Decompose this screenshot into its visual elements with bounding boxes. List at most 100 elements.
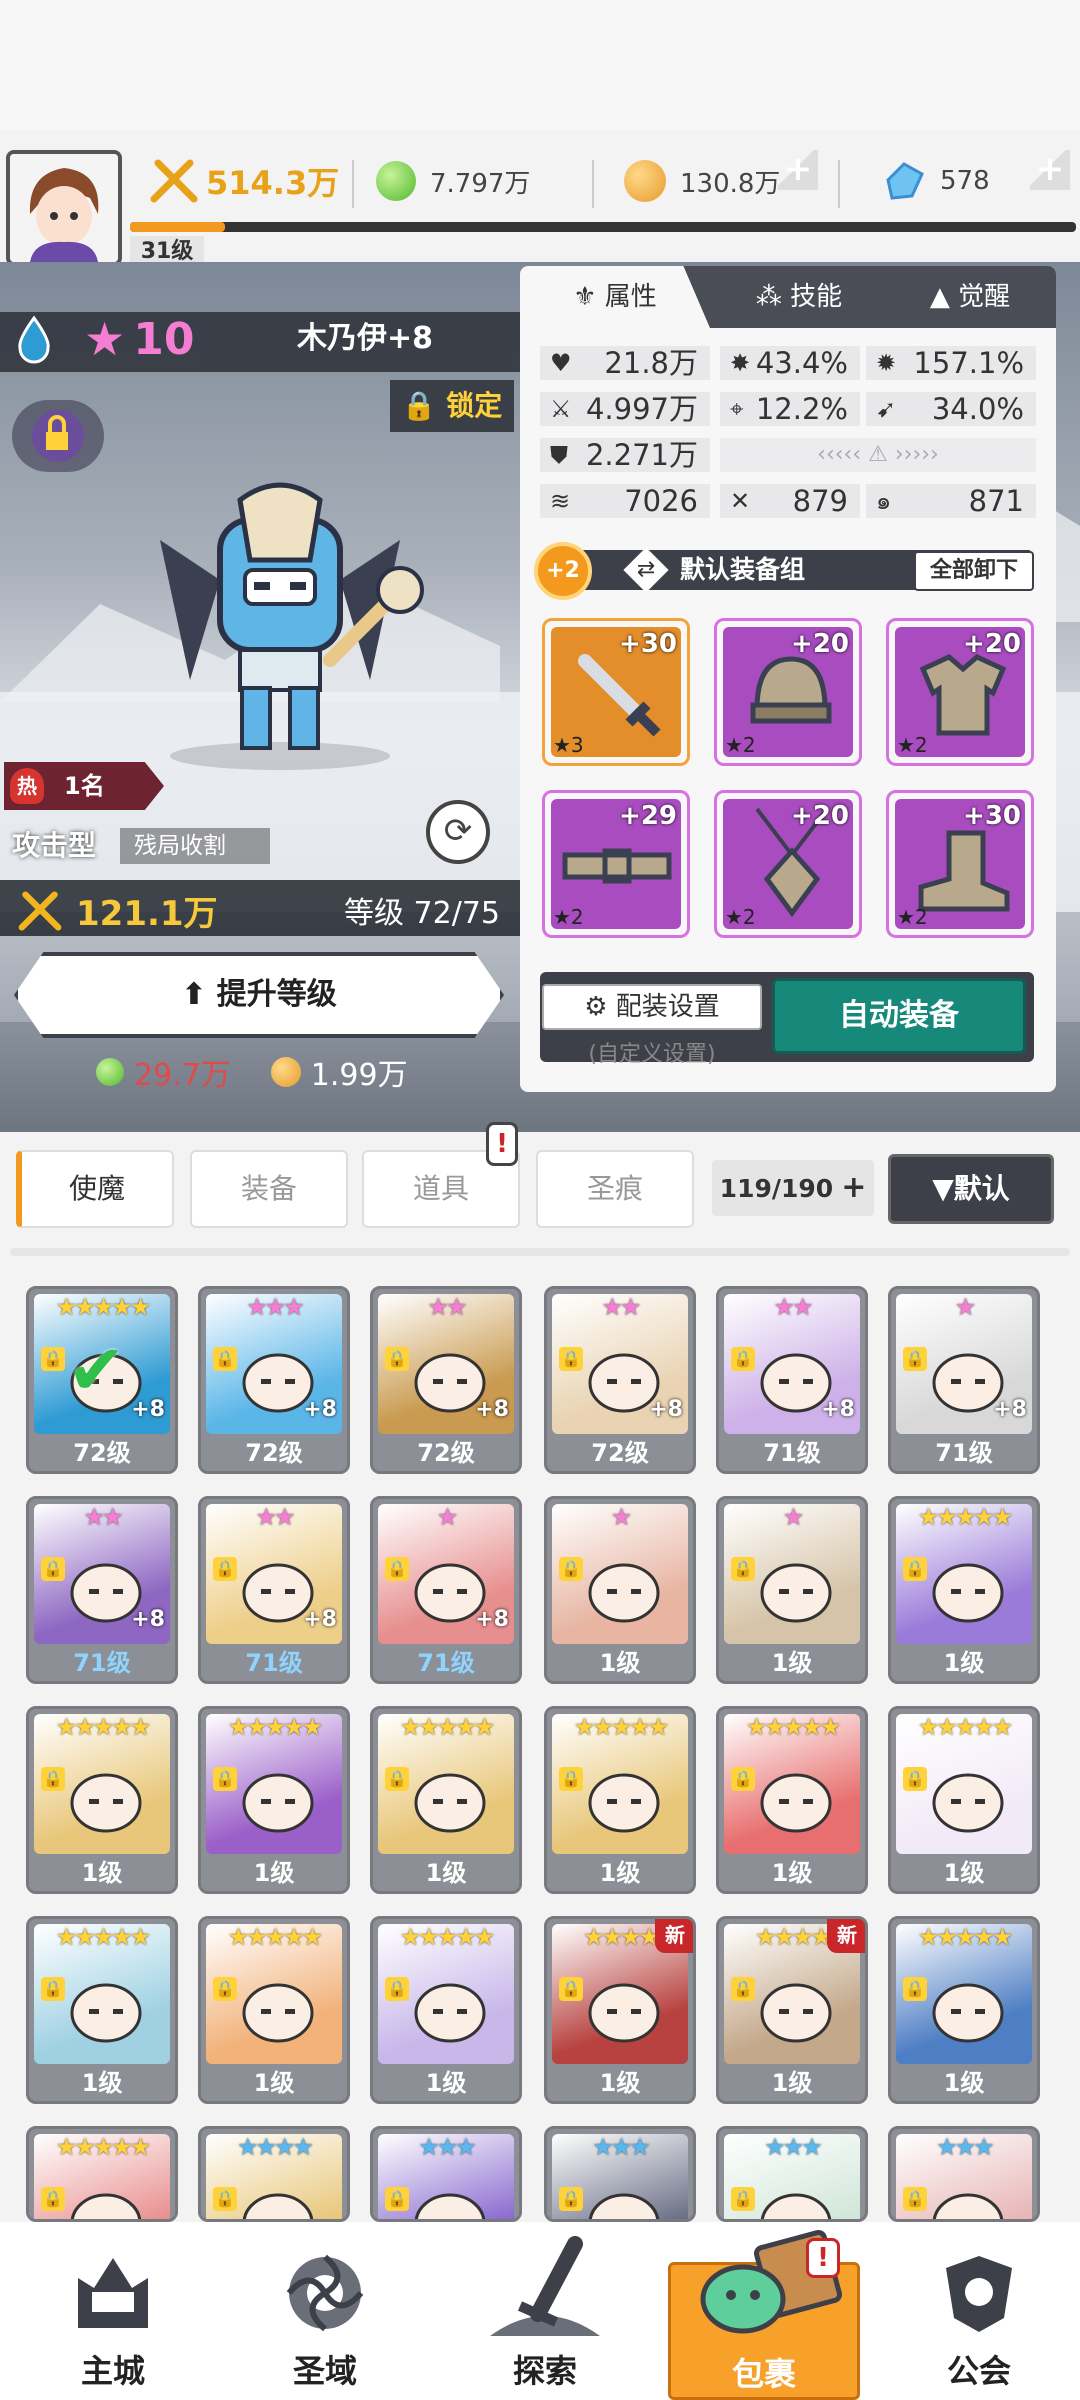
upgrade-level-button[interactable]: ⬆ 提升等级 xyxy=(14,952,504,1038)
lock-icon: 🔒 xyxy=(213,2187,237,2211)
familiar-card[interactable]: ★★★★★ 🔒 1级 xyxy=(888,1496,1040,1684)
familiar-card[interactable]: ★★★ 🔒 xyxy=(888,2126,1040,2222)
upgrade-label-wrap: ⬆ 提升等级 xyxy=(18,956,500,1034)
add-gold-button[interactable]: + xyxy=(778,150,818,190)
familiar-plus: +8 xyxy=(475,1397,509,1422)
familiar-card[interactable]: ★ 🔒 +8 71级 xyxy=(888,1286,1040,1474)
familiar-card[interactable]: ★★★★★ 🔒 1级 xyxy=(716,1706,868,1894)
familiar-card[interactable]: ★★ 🔒 +8 71级 xyxy=(26,1496,178,1684)
add-crystal-button[interactable]: + xyxy=(1030,150,1070,190)
nav-explore[interactable]: 探索 xyxy=(460,2236,630,2396)
filter-tab-equipment[interactable]: 装备 xyxy=(190,1150,348,1228)
familiar-card[interactable]: ★★★★★ 🔒 1级 xyxy=(198,1706,350,1894)
nav-guild[interactable]: 公会 xyxy=(894,2236,1064,2396)
filter-tab-familiar[interactable]: 使魔 xyxy=(16,1150,174,1228)
sword-icon xyxy=(490,2236,600,2336)
familiar-level: 1级 xyxy=(81,2069,123,2097)
familiar-card[interactable]: ★★★ 🔒 xyxy=(716,2126,868,2222)
player-avatar[interactable] xyxy=(6,150,122,266)
nav-guild-label: 公会 xyxy=(946,2352,1011,2390)
crossed-swords-icon xyxy=(18,890,62,931)
auto-equip-button[interactable]: 自动装备 xyxy=(772,978,1026,1054)
familiar-level: 1级 xyxy=(599,1859,641,1887)
familiar-level: 71级 xyxy=(245,1649,303,1677)
familiar-face-icon xyxy=(242,1773,314,1833)
familiar-level: 1级 xyxy=(425,2069,467,2097)
familiar-face-icon xyxy=(760,2193,832,2219)
stat-atk: ⚔ 4.997万 xyxy=(540,392,710,426)
familiar-face-icon xyxy=(588,1773,660,1833)
nav-main-city[interactable]: 主城 xyxy=(28,2236,198,2396)
familiar-card[interactable]: ★ 🔒 1级 xyxy=(544,1496,696,1684)
familiar-card[interactable]: ★★★★★ 🔒 1级 xyxy=(544,1706,696,1894)
equip-slot-armor[interactable]: +20 ★2 xyxy=(886,618,1034,766)
skills-icon: ⁂ xyxy=(755,282,791,312)
familiar-card[interactable]: ★★ 🔒 +8 72级 xyxy=(370,1286,522,1474)
rotate-view-icon[interactable]: ⟳ xyxy=(426,800,490,864)
filter-tab-stigma[interactable]: 圣痕 xyxy=(536,1150,694,1228)
lock-icon: 🔒 xyxy=(385,1557,409,1581)
plus-icon: + xyxy=(841,1170,867,1205)
lock-button[interactable]: 🔒 锁定 xyxy=(390,380,514,432)
familiar-card[interactable]: ★★ 🔒 +8 71级 xyxy=(716,1286,868,1474)
divider xyxy=(352,160,354,208)
lock-icon: 🔒 xyxy=(903,1767,927,1791)
equip-slot-boots[interactable]: +30 ★2 xyxy=(886,790,1034,938)
familiar-card[interactable]: ★★★★★ 🔒 1级 xyxy=(26,1916,178,2104)
familiar-card[interactable]: ★★★ 🔒 xyxy=(370,2126,522,2222)
familiar-card[interactable]: ★ 🔒 +8 71级 xyxy=(370,1496,522,1684)
resource-green-value: 7.797万 xyxy=(430,168,531,199)
familiar-stars: ★★★ xyxy=(936,2133,995,2161)
equip-slot-weapon[interactable]: +30 ★3 xyxy=(542,618,690,766)
familiar-card[interactable]: ★★★★★ 🔒 1级 xyxy=(198,1916,350,2104)
divider xyxy=(592,160,594,208)
familiar-card[interactable]: ★★ 🔒 +8 71级 xyxy=(198,1496,350,1684)
familiar-face-icon xyxy=(414,1983,486,2043)
familiar-card[interactable]: ★★★★ 🔒 新 1级 xyxy=(544,1916,696,2104)
familiar-card[interactable]: ★ 🔒 1级 xyxy=(716,1496,868,1684)
familiar-card[interactable]: ★★★★★ 🔒 1级 xyxy=(26,1706,178,1894)
sort-button[interactable]: ▼默认 xyxy=(888,1154,1054,1224)
familiar-card[interactable]: ★★★ 🔒 +8 72级 xyxy=(198,1286,350,1474)
lock-icon: 🔒 xyxy=(41,1767,65,1791)
familiar-face-icon xyxy=(760,1773,832,1833)
familiar-card[interactable]: ★★★★★ 🔒 1级 xyxy=(888,1916,1040,2104)
rank-badge[interactable]: 热 1名 xyxy=(4,762,164,810)
familiar-card[interactable]: ★★★★★ 🔒 +8 ✔ 72级 xyxy=(26,1286,178,1474)
unequip-all-button[interactable]: 全部卸下 xyxy=(914,551,1034,591)
familiar-card[interactable]: ★★ 🔒 +8 72级 xyxy=(544,1286,696,1474)
equip-slot-amulet[interactable]: +20 ★2 xyxy=(714,790,862,938)
equip-stars: ★2 xyxy=(897,733,928,757)
familiar-card[interactable]: ★★★★★ 🔒 1级 xyxy=(888,1706,1040,1894)
equip-slot-helmet[interactable]: +20 ★2 xyxy=(714,618,862,766)
stat-crit-value: 43.4% xyxy=(755,346,848,380)
familiar-face-icon xyxy=(760,1983,832,2043)
familiar-card[interactable]: ★★★★ 🔒 xyxy=(198,2126,350,2222)
familiar-card[interactable]: ★★★★★ 🔒 xyxy=(26,2126,178,2222)
tab-attributes[interactable]: ⚜ 属性 xyxy=(520,266,710,328)
equip-slot-belt[interactable]: +29 ★2 xyxy=(542,790,690,938)
pet-lock-icon[interactable] xyxy=(12,400,104,472)
spiral-icon: ๑ xyxy=(876,487,892,515)
lock-icon: 🔒 xyxy=(385,1347,409,1371)
tab-skills[interactable]: ⁂ 技能 xyxy=(714,266,884,328)
tab-awaken[interactable]: ▲ 觉醒 xyxy=(884,266,1056,328)
familiar-card[interactable]: ★★★★ 🔒 新 1级 xyxy=(716,1916,868,2104)
portal-icon xyxy=(286,2254,364,2332)
familiar-card[interactable]: ★★★ 🔒 xyxy=(544,2126,696,2222)
familiar-face-icon xyxy=(414,2193,486,2219)
nav-sanctuary[interactable]: 圣域 xyxy=(240,2236,410,2396)
config-button[interactable]: ⚙ 配装设置 xyxy=(542,984,762,1030)
star-burst-icon: ✹ xyxy=(876,349,897,377)
hero-character[interactable] xyxy=(130,480,430,774)
familiar-card[interactable]: ★★★★★ 🔒 1级 xyxy=(370,1916,522,2104)
resource-green: 7.797万 xyxy=(376,155,530,207)
lock-icon: 🔒 xyxy=(559,2187,583,2211)
roster-count[interactable]: 119/190 + xyxy=(712,1160,874,1216)
familiar-face-icon xyxy=(414,1773,486,1833)
familiar-card[interactable]: ★★★★★ 🔒 1级 xyxy=(370,1706,522,1894)
stat-hit: ⌖ 12.2% xyxy=(720,392,860,426)
nav-bag[interactable]: 包裹 xyxy=(668,2229,860,2400)
equip-plus: +30 xyxy=(619,629,677,659)
lock-icon: 🔒 xyxy=(41,1557,65,1581)
